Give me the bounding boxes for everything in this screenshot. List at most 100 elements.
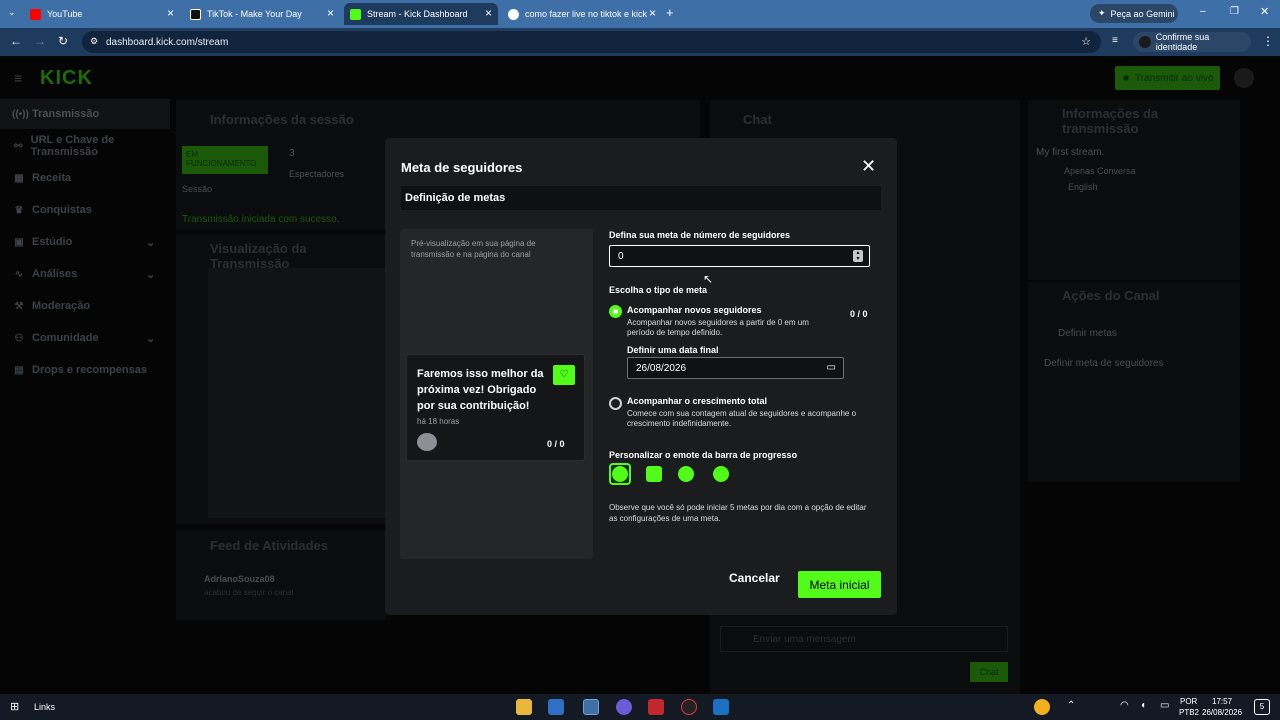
windows-start-icon[interactable]: ⊞ [10, 700, 19, 713]
maximize-icon[interactable]: ❐ [1230, 6, 1239, 17]
chevron-down-icon: ⌄ [146, 236, 156, 249]
tab-kick-dashboard[interactable]: Stream - Kick Dashboard × [344, 3, 498, 25]
option-new-followers-title: Acompanhar novos seguidores [627, 305, 762, 315]
windows-taskbar: ⊞ Links ⌃ ◠ ◖ ▭ POR PTB2 17:57 26/08/202… [0, 694, 1280, 720]
feed-action: acabou de seguir o canal [204, 588, 294, 597]
forward-arrow-icon[interactable]: → [34, 34, 46, 48]
cancel-button[interactable]: Cancelar [729, 571, 780, 585]
volume-icon[interactable]: ◖ [1140, 700, 1146, 711]
voice-app-icon[interactable] [648, 699, 664, 715]
tab-youtube[interactable]: YouTube × [30, 3, 180, 25]
option-total-growth-title: Acompanhar o crescimento total [627, 396, 768, 406]
goal-limit-note: Observe que você só pode iniciar 5 metas… [609, 503, 867, 523]
kick-logo[interactable]: KICK [40, 67, 93, 90]
tab-google-search[interactable]: como fazer live no tiktok e kick × [508, 3, 662, 25]
emote-option-1[interactable] [609, 463, 631, 485]
tab-label: Definição de metas [405, 192, 506, 204]
sidebar-item-label: Receita [32, 172, 72, 184]
links-label[interactable]: Links [34, 702, 55, 712]
address-bar[interactable]: ⚙ dashboard.kick.com/stream ☆ [82, 31, 1101, 53]
goal-number-input[interactable]: 0 ▴ ▾ [609, 245, 870, 267]
sidebar-item-moderacao[interactable]: ⚒ Moderação [0, 291, 170, 321]
sidebar-item-url-chave[interactable]: ⚯ URL e Chave de Transmissão [0, 131, 170, 161]
success-message: Transmissão iniciada com sucesso. [182, 214, 340, 225]
clock-time[interactable]: 17:57 [1212, 697, 1232, 706]
stepper-icon[interactable]: ▴ ▾ [853, 250, 863, 262]
user-avatar[interactable] [1234, 68, 1254, 88]
hamburger-icon[interactable]: ≡ [14, 70, 22, 86]
sidebar-item-comunidade[interactable]: ⚇ Comunidade ⌄ [0, 323, 170, 353]
discord-icon[interactable] [616, 699, 632, 715]
goal-number-label: Defina sua meta de número de seguidores [609, 230, 791, 240]
chat-input[interactable]: Enviar uma mensagem [720, 626, 1008, 652]
language-secondary[interactable]: PTB2 [1179, 708, 1199, 717]
sidebar-item-conquistas[interactable]: ♛ Conquistas [0, 195, 170, 225]
tab-goal-settings[interactable]: Definição de metas [401, 186, 881, 210]
language-primary[interactable]: POR [1180, 697, 1197, 706]
sidebar-item-drops[interactable]: ▤ Drops e recompensas [0, 355, 170, 385]
end-date-input[interactable]: 26/08/2026 ▭ [627, 357, 844, 379]
sidebar-item-label: Drops e recompensas [32, 364, 147, 376]
sidebar-item-estudio[interactable]: ▣ Estúdio ⌄ [0, 227, 170, 257]
reload-icon[interactable]: ↻ [58, 34, 68, 48]
snipping-tool-icon[interactable] [548, 699, 564, 715]
sidebar-item-receita[interactable]: ▦ Receita [0, 163, 170, 193]
profile-label: Confirme sua identidade [1155, 32, 1210, 52]
profile-button[interactable]: Confirme sua identidade [1133, 32, 1251, 52]
close-tab-icon[interactable]: × [167, 6, 174, 20]
trophy-icon: ♛ [14, 204, 24, 216]
sidebar-item-label: Moderação [32, 300, 91, 312]
gemini-label: Peça ao Gemini [1110, 8, 1175, 19]
battery-icon[interactable]: ▭ [1160, 700, 1169, 711]
tab-tiktok[interactable]: TikTok - Make Your Day × [190, 3, 340, 25]
new-tab-icon[interactable]: + [666, 5, 674, 20]
weather-icon[interactable] [1034, 699, 1050, 715]
go-live-button[interactable]: ■ Transmitir ao vivo [1115, 66, 1220, 90]
calendar-icon[interactable]: ▭ [827, 362, 836, 373]
gift-icon: ▤ [14, 364, 24, 376]
stream-preview-panel: Visualização da Transmissão [176, 234, 386, 524]
wifi-icon[interactable]: ◠ [1120, 700, 1129, 711]
minimize-icon[interactable]: – [1200, 6, 1206, 17]
emote-icon [678, 466, 694, 482]
emote-option-3[interactable] [675, 463, 697, 485]
bookmark-star-icon[interactable]: ☆ [1081, 35, 1091, 48]
chat-send-button[interactable]: Chat [970, 662, 1008, 682]
emote-icon [612, 466, 628, 482]
close-tab-icon[interactable]: × [649, 6, 656, 20]
clock-date[interactable]: 26/08/2026 [1202, 708, 1242, 717]
gemini-button[interactable]: ✦ Peça ao Gemini [1090, 4, 1178, 23]
definir-meta-seguidores[interactable]: Definir meta de seguidores [1044, 358, 1164, 369]
radio-total-growth[interactable] [609, 397, 622, 410]
more-menu-icon[interactable]: ⋮ [1262, 34, 1274, 48]
back-definir-metas[interactable]: Definir metas [1058, 328, 1117, 339]
chevron-down-icon: ⌄ [146, 268, 156, 281]
close-tab-icon[interactable]: × [485, 6, 492, 20]
notification-badge[interactable]: 5 [1254, 699, 1270, 715]
close-tab-icon[interactable]: × [327, 6, 334, 20]
channel-actions-title: Ações do Canal [1062, 288, 1160, 303]
option-total-growth-desc: Comece com sua contagem atual de seguido… [627, 409, 857, 428]
tab-list-icon[interactable]: ⌄ [8, 7, 16, 18]
app-icon[interactable] [713, 699, 729, 715]
obs-icon[interactable] [681, 699, 697, 715]
site-info-icon[interactable]: ⚙ [90, 36, 98, 47]
stream-info-panel: Informações da transmissão My first stre… [1028, 100, 1240, 280]
tray-chevron-icon[interactable]: ⌃ [1067, 700, 1075, 711]
close-icon[interactable]: ✕ [861, 156, 876, 177]
sidebar-item-transmissao[interactable]: ((•)) Transmissão [0, 99, 170, 129]
stream-language: English [1068, 182, 1098, 192]
close-window-icon[interactable]: ✕ [1260, 5, 1269, 18]
option-new-followers-desc: Acompanhar novos seguidores a partir de … [627, 318, 809, 337]
start-goal-button[interactable]: Meta inicial [798, 571, 881, 598]
radio-new-followers[interactable] [609, 305, 622, 318]
emote-option-2[interactable] [643, 463, 665, 485]
chrome-icon[interactable] [583, 699, 599, 715]
browser-tab-bar: ⌄ YouTube × TikTok - Make Your Day × Str… [0, 0, 1280, 28]
reading-list-icon[interactable]: ≡ [1112, 35, 1118, 46]
sidebar-item-analises[interactable]: ∿ Análises ⌄ [0, 259, 170, 289]
hammer-icon: ⚒ [14, 300, 24, 312]
file-explorer-icon[interactable] [516, 699, 532, 715]
back-arrow-icon[interactable]: ← [10, 34, 22, 48]
emote-option-4[interactable] [710, 463, 732, 485]
